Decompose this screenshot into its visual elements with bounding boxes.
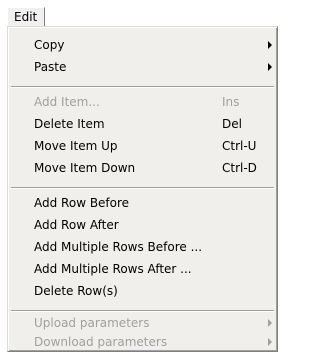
menu-item-add-multiple-rows-before[interactable]: Add Multiple Rows Before ...: [8, 236, 277, 258]
menu-item-add-item-shortcut: Ins: [222, 95, 240, 109]
menu-item-copy-label: Copy: [34, 38, 65, 52]
menu-item-add-multiple-rows-before-label: Add Multiple Rows Before ...: [34, 240, 203, 254]
menu-item-add-item-label: Add Item...: [34, 95, 100, 109]
edit-menu-button[interactable]: Edit: [7, 7, 45, 26]
menu-item-paste-label: Paste: [34, 60, 67, 74]
menu-separator: [11, 86, 274, 88]
menu-bar: Edit: [0, 0, 279, 26]
menu-item-add-item: Add Item... Ins: [8, 91, 277, 113]
menu-item-delete-rows[interactable]: Delete Row(s): [8, 280, 277, 302]
menu-item-add-row-after[interactable]: Add Row After: [8, 214, 277, 236]
menu-item-download-parameters: Download parameters: [8, 331, 277, 351]
menu-item-add-row-before[interactable]: Add Row Before: [8, 192, 277, 214]
menu-item-move-item-down-shortcut: Ctrl-D: [222, 161, 257, 175]
submenu-arrow-icon: [268, 63, 272, 71]
menu-item-add-row-after-label: Add Row After: [34, 218, 119, 232]
submenu-arrow-icon: [268, 41, 272, 49]
submenu-arrow-icon: [268, 338, 272, 346]
menu-item-download-parameters-label: Download parameters: [34, 335, 168, 349]
menu-item-delete-item-shortcut: Del: [222, 117, 242, 131]
menu-item-delete-item[interactable]: Delete Item Del: [8, 113, 277, 135]
menu-item-delete-rows-label: Delete Row(s): [34, 284, 118, 298]
menu-item-add-multiple-rows-after[interactable]: Add Multiple Rows After ...: [8, 258, 277, 280]
menu-item-move-item-down[interactable]: Move Item Down Ctrl-D: [8, 157, 277, 179]
menu-item-add-multiple-rows-after-label: Add Multiple Rows After ...: [34, 262, 192, 276]
menu-item-move-item-up[interactable]: Move Item Up Ctrl-U: [8, 135, 277, 157]
menu-item-add-row-before-label: Add Row Before: [34, 196, 130, 210]
menu-item-paste[interactable]: Paste: [8, 56, 277, 78]
menu-item-move-item-up-label: Move Item Up: [34, 139, 118, 153]
menu-item-move-item-down-label: Move Item Down: [34, 161, 136, 175]
menu-item-copy[interactable]: Copy: [8, 34, 277, 56]
menu-item-move-item-up-shortcut: Ctrl-U: [222, 139, 257, 153]
submenu-arrow-icon: [268, 319, 272, 327]
edit-dropdown-menu: Copy Paste Add Item... Ins Delete Item D…: [7, 26, 278, 352]
menu-separator: [11, 187, 274, 189]
menu-item-delete-item-label: Delete Item: [34, 117, 105, 131]
